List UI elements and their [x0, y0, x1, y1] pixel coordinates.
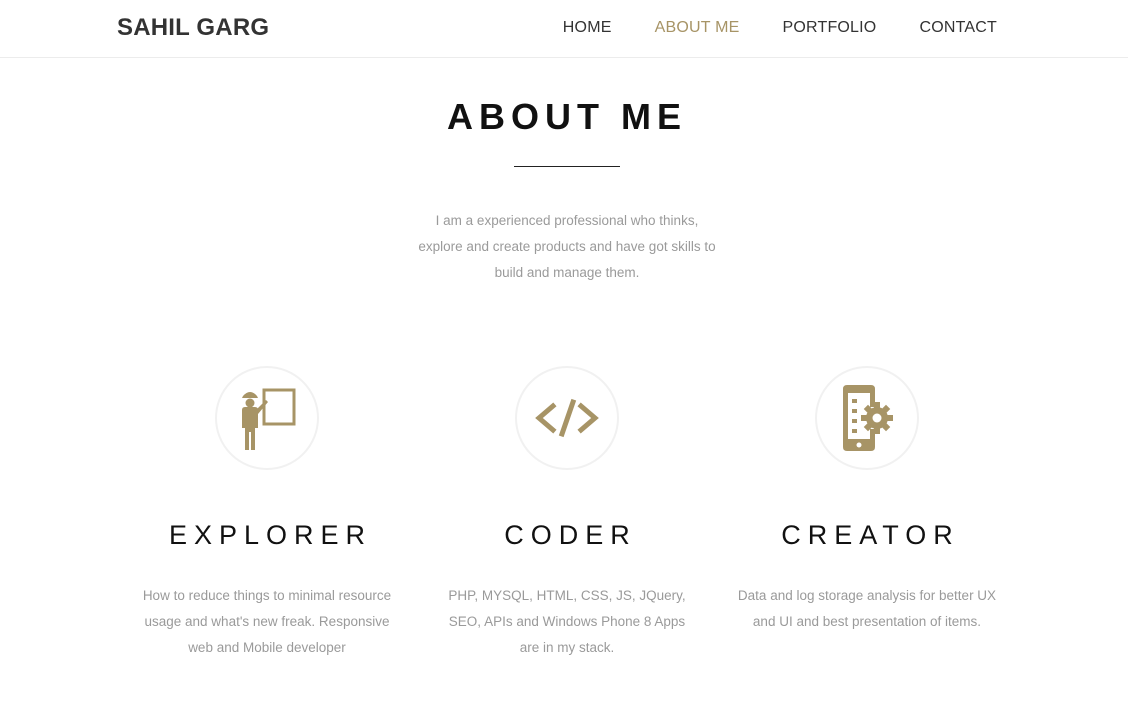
feature-description: Data and log storage analysis for better…: [737, 588, 997, 629]
nav-item-contact[interactable]: CONTACT: [919, 19, 997, 37]
page-title: ABOUT ME: [447, 96, 687, 137]
feature-description: How to reduce things to minimal resource…: [142, 588, 392, 655]
feature-coder: CODER PHP, MYSQL, HTML, CSS, JS, JQuery,…: [417, 366, 717, 661]
feature-icon-circle: [515, 366, 619, 470]
feature-icon-circle: [815, 366, 919, 470]
main-nav: HOME ABOUT ME PORTFOLIO CONTACT: [520, 19, 997, 37]
brand-logo[interactable]: SAHIL GARG: [117, 14, 269, 42]
mobile-settings-icon: [839, 385, 895, 451]
top-navbar: SAHIL GARG HOME ABOUT ME PORTFOLIO CONTA…: [0, 0, 1128, 58]
title-divider: [514, 166, 620, 167]
nav-item-about-me[interactable]: ABOUT ME: [655, 19, 740, 37]
presenter-icon: [236, 386, 298, 450]
feature-title: EXPLORER: [168, 520, 373, 550]
feature-creator: CREATOR Data and log storage analysis fo…: [717, 366, 1017, 635]
nav-item-home[interactable]: HOME: [563, 19, 612, 37]
feature-explorer: EXPLORER How to reduce things to minimal…: [117, 366, 417, 661]
code-icon: [533, 398, 601, 438]
nav-item-portfolio[interactable]: PORTFOLIO: [782, 19, 876, 37]
feature-title: CREATOR: [781, 520, 960, 550]
feature-icon-circle: [215, 366, 319, 470]
intro-text: I am a experienced professional who thin…: [418, 213, 716, 280]
feature-description: PHP, MYSQL, HTML, CSS, JS, JQuery, SEO, …: [448, 588, 686, 655]
feature-title: CODER: [504, 520, 637, 550]
